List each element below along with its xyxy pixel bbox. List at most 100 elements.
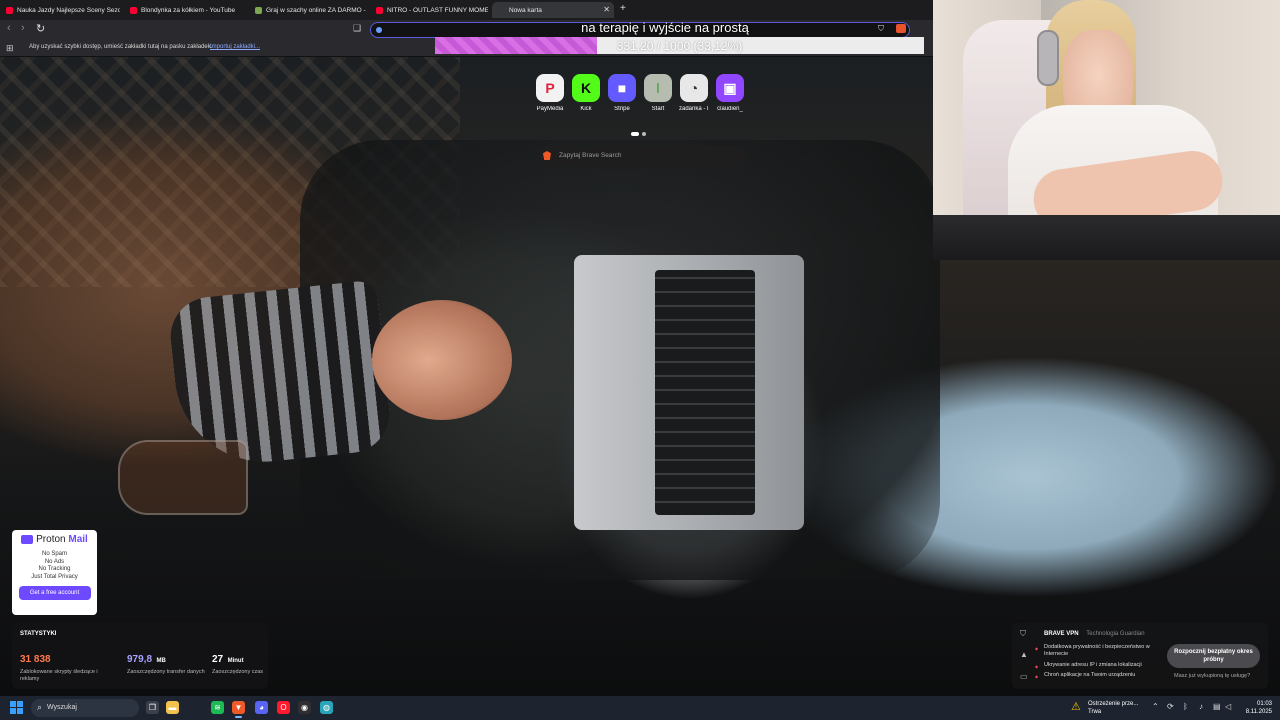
tab-close-icon[interactable]: ✕ (603, 5, 610, 14)
taskbar-brave-icon[interactable]: ▼ (232, 701, 245, 718)
taskbar-task-view-icon[interactable]: ❐ (146, 701, 159, 714)
webcam-headphones (1037, 30, 1059, 86)
speed-dial-icon: ◔ (680, 74, 708, 102)
taskbar-globe-icon[interactable]: ◍ (320, 701, 333, 714)
tray-volume-icon[interactable]: ◁ (1225, 702, 1231, 711)
speed-dial-label: zadanka - l... (679, 106, 709, 112)
webcam-overlay (933, 0, 1280, 260)
taskbar-spotify-icon[interactable]: ≋ (211, 701, 224, 714)
search-placeholder: Zapytaj Brave Search (559, 152, 622, 159)
speed-dial-item[interactable]: ǀ Start (643, 74, 673, 112)
stat-bandwidth: 979,8 MB Zaoszczędzony transfer danych (127, 649, 207, 676)
taskbar-file-explorer-icon[interactable]: ▬ (166, 701, 179, 714)
tray-mic-icon[interactable]: ♪ (1199, 702, 1203, 711)
proton-brand-b: Mail (68, 534, 88, 545)
tab-favicon-icon (130, 6, 137, 14)
tray-bluetooth-icon[interactable]: ᛒ (1183, 702, 1188, 711)
stat-caption: Zablokowane skrypty śledzące i reklamy (20, 669, 98, 682)
webcam-desk (933, 215, 1280, 260)
weather-widget[interactable]: Ostrzeżenie prze... Trwa (1088, 700, 1138, 716)
taskbar-obs-icon[interactable]: ◉ (298, 701, 311, 714)
stat-value: 979,8 (127, 654, 153, 665)
vpn-card-icon[interactable]: ▭ (1020, 672, 1028, 681)
proton-feature: No Ads (44, 558, 65, 565)
tab-favicon-icon (376, 6, 383, 14)
speed-dial-icon: P (536, 74, 564, 102)
tab-label: Blondynka za kółkiem - YouTube (141, 6, 236, 14)
brave-rewards-icon[interactable] (896, 24, 906, 33)
tray-network-icon[interactable]: ▤ (1213, 702, 1221, 711)
vpn-feature: Dodatkowa prywatność i bezpieczeństwo w … (1035, 644, 1154, 658)
clock-date: 8.11.2025 (1245, 709, 1272, 715)
proton-mail-icon (21, 535, 34, 544)
bookmark-icon[interactable]: ❑ (353, 23, 361, 34)
stat-time: 27 Minut Zaoszczędzony czas (212, 649, 266, 676)
vpn-warning-icon[interactable]: ▲ (1020, 650, 1028, 659)
speed-dial-label: Stripe (614, 106, 630, 112)
tab-label: NITRO - OUTLAST FUNNY MOMENTS! (387, 6, 488, 14)
speed-dial-item[interactable]: ■ Stripe (607, 74, 637, 112)
speed-dial-item[interactable]: K Kick (571, 74, 601, 112)
new-tab-button[interactable]: + (620, 3, 626, 14)
vpn-brand: BRAVE VPN (1044, 631, 1079, 637)
tab-label: Nauka Jazdy Najlepsze Sceny Sezon 6 | To… (17, 6, 120, 14)
vpn-shield-icon[interactable]: ⛉ (1020, 629, 1026, 639)
weather-title: Ostrzeżenie prze... (1088, 701, 1139, 707)
goal-progress-text: 331,20 / 1000 (33,12%) (616, 39, 743, 53)
stats-widget: STATYSTYKI 31 838 Zablokowane skrypty śl… (12, 623, 268, 689)
wallpaper-glass (118, 440, 248, 515)
stats-title: STATYSTYKI (20, 631, 57, 637)
proton-logo: Proton Mail (12, 534, 97, 545)
speed-dial-label: claudien_ (717, 106, 743, 112)
speed-dial-item[interactable]: ▣ claudien_ (715, 74, 745, 112)
brave-search-box[interactable]: Zapytaj Brave Search (537, 146, 745, 166)
proton-signup-button[interactable]: Get a free account (18, 586, 91, 600)
proton-feature: No Tracking (38, 566, 71, 572)
wallpaper-face (372, 300, 512, 420)
taskbar-discord-icon[interactable]: ◕ (255, 701, 268, 714)
stat-value: 27 (212, 654, 224, 665)
speed-dial-icon: K (572, 74, 600, 102)
stat-caption: Zaoszczędzony transfer danych (127, 669, 205, 675)
goal-title: na terapię i wyjście na prostą (581, 20, 749, 35)
vpn-feature: Chroń aplikacje na Twoim urządzeniu (1035, 672, 1154, 680)
tab-favicon-icon (498, 6, 505, 14)
tray-sync-icon[interactable]: ⟳ (1167, 702, 1174, 711)
windows-taskbar: ⌕ Wyszukaj ❐ ▬ ≋ ▼ ◕ O ◉ ◍ ⚠ Ostrzeżenie prze..… (0, 696, 1280, 720)
vpn-tech: Technologia Guardian (1086, 631, 1145, 637)
weather-sub: Trwa (1088, 709, 1102, 715)
reload-icon[interactable]: ↻ (36, 22, 45, 35)
weather-warning-icon[interactable]: ⚠ (1071, 700, 1081, 713)
proton-mail-widget[interactable]: Proton Mail No Spam No Ads No Tracking J… (12, 530, 97, 615)
vpn-header: BRAVE VPN Technologia Guardian (1044, 631, 1145, 637)
tab-3[interactable]: NITRO - OUTLAST FUNNY MOMENTS! (370, 2, 488, 18)
stat-trackers: 31 838 Zablokowane skrypty śledzące i re… (20, 649, 100, 683)
windows-start-icon[interactable] (10, 701, 23, 714)
back-icon[interactable]: ‹ (7, 22, 11, 34)
tab-4[interactable]: Nowa karta ✕ (492, 2, 614, 18)
apps-grid-icon[interactable]: ⊞ (6, 43, 14, 54)
vpn-already-purchased-link[interactable]: Masz już wykupioną tę usługę? (1174, 673, 1250, 679)
tab-favicon-icon (255, 6, 262, 14)
vpn-feature: Ukrywanie adresu IP i zmiana lokalizacji (1035, 662, 1154, 670)
vpn-trial-button[interactable]: Rozpocznij bezpłatny okres próbny (1167, 644, 1260, 668)
system-clock[interactable]: 01:03 8.11.2025 (1240, 700, 1272, 716)
speed-dial-pager[interactable] (631, 123, 649, 141)
brave-shields-icon[interactable]: ⛉ (878, 24, 884, 34)
tab-bar: Nauka Jazdy Najlepsze Sceny Sezon 6 | To… (0, 0, 933, 20)
tab-0[interactable]: Nauka Jazdy Najlepsze Sceny Sezon 6 | To… (0, 2, 120, 18)
speed-dial-item[interactable]: ◔ zadanka - l... (679, 74, 709, 112)
tab-2[interactable]: Graj w szachy online ZA DARMO - szachy (249, 2, 366, 18)
forward-icon[interactable]: › (21, 22, 25, 34)
tab-1[interactable]: Blondynka za kółkiem - YouTube (124, 2, 245, 18)
speed-dial-label: Kick (580, 106, 592, 112)
speed-dial-item[interactable]: P PayMedia (535, 74, 565, 112)
taskbar-opera-icon[interactable]: O (277, 701, 290, 714)
taskbar-search[interactable]: ⌕ Wyszukaj (31, 699, 139, 717)
tray-chevron-icon[interactable]: ⌃ (1152, 702, 1159, 711)
tab-label: Graj w szachy online ZA DARMO - szachy (266, 6, 366, 14)
speed-dial-label: PayMedia (536, 106, 564, 112)
tab-favicon-icon (6, 6, 13, 14)
proton-feature: No Spam (41, 551, 67, 557)
import-bookmarks-link[interactable]: Importuj zakładki... (210, 44, 260, 50)
